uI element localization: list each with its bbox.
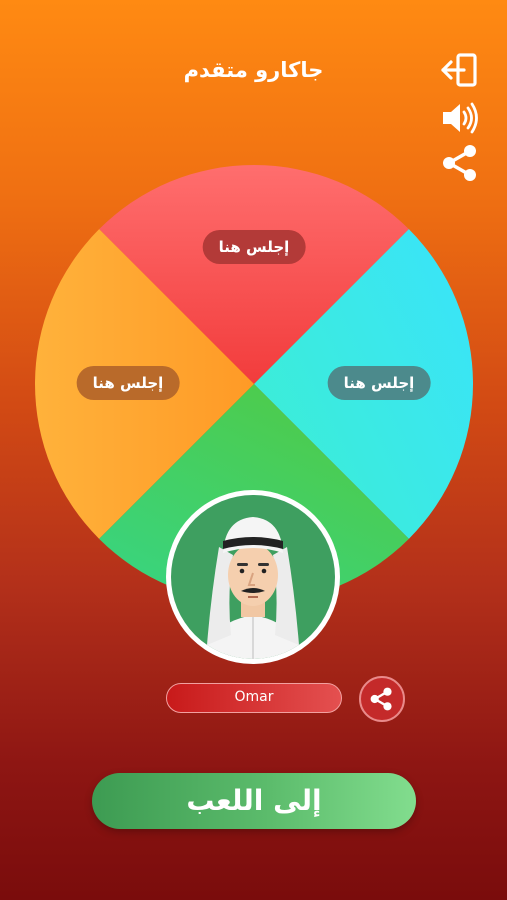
share-icon <box>370 687 392 711</box>
page-title: جاكارو متقدم <box>183 58 324 82</box>
share-icon[interactable] <box>440 143 480 183</box>
sit-here-button-top[interactable]: إجلس هنا <box>202 230 306 264</box>
share-player-button[interactable] <box>359 676 405 722</box>
player-avatar <box>166 490 340 664</box>
play-button[interactable]: إلى اللعب <box>92 773 416 829</box>
sit-here-button-right[interactable]: إجلس هنا <box>327 366 431 400</box>
avatar-character-icon <box>203 517 303 659</box>
speaker-icon[interactable] <box>440 98 480 138</box>
player-name: Omar <box>166 683 342 713</box>
exit-icon[interactable] <box>440 50 480 90</box>
sit-here-button-left[interactable]: إجلس هنا <box>76 366 180 400</box>
